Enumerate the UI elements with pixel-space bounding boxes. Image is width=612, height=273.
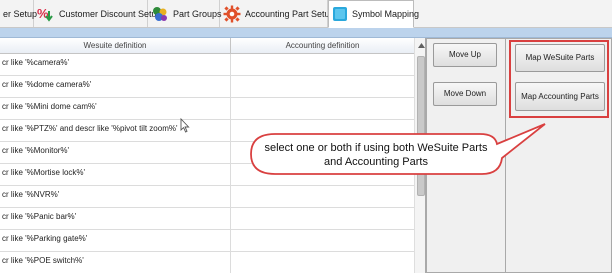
wesuite-definition-cell[interactable]: cr like '%NVR%' (0, 186, 231, 208)
scroll-up-arrow-icon[interactable] (416, 40, 425, 50)
tab-symbol-mapping[interactable]: Symbol Mapping (328, 0, 419, 28)
wesuite-definition-cell[interactable]: cr like '%Parking gate%' (0, 230, 231, 252)
accounting-definition-cell[interactable] (231, 186, 414, 208)
accounting-definition-cell[interactable] (231, 98, 414, 120)
table-row[interactable]: cr like '%Parking gate%' (0, 230, 414, 252)
tab-label: Customer Discount Setup (59, 8, 162, 19)
scrollbar-thumb[interactable] (417, 56, 425, 196)
table-row[interactable]: cr like '%POE switch%' (0, 252, 414, 273)
table-row[interactable]: cr like '%Mini dome cam%' (0, 98, 414, 120)
move-down-button[interactable]: Move Down (433, 82, 497, 106)
table-row[interactable]: cr like '%PTZ%' and descr like '%pivot t… (0, 120, 414, 142)
accounting-definition-cell[interactable] (231, 208, 414, 230)
wesuite-definition-cell[interactable]: cr like '%Panic bar%' (0, 208, 231, 230)
map-accounting-parts-button[interactable]: Map Accounting Parts (515, 82, 605, 111)
tab-strip: er Setup % Customer Discount Setup Part … (0, 0, 612, 28)
toolbar-band (0, 28, 612, 38)
gear-icon (223, 5, 241, 22)
part-groups-icon (153, 6, 167, 21)
tab-label: Symbol Mapping (352, 9, 420, 19)
tab-user-setup[interactable]: er Setup (0, 0, 38, 27)
accounting-definition-cell[interactable] (231, 230, 414, 252)
tab-label: Accounting Part Setup (245, 8, 335, 19)
tab-label: Part Groups (173, 8, 222, 19)
tab-customer-discount-setup[interactable]: % Customer Discount Setup (34, 0, 162, 27)
percent-discount-icon: % (37, 6, 53, 22)
wesuite-definition-cell[interactable]: cr like '%PTZ%' and descr like '%pivot t… (0, 120, 231, 142)
wesuite-definition-cell[interactable]: cr like '%Mini dome cam%' (0, 98, 231, 120)
move-up-button[interactable]: Move Up (433, 43, 497, 67)
tab-accounting-part-setup[interactable]: Accounting Part Setup (220, 0, 335, 27)
callout-text: select one or both if using both WeSuite… (264, 142, 488, 168)
accounting-definition-cell[interactable] (231, 120, 414, 142)
accounting-definition-cell[interactable] (231, 76, 414, 98)
wesuite-definition-cell[interactable]: cr like '%POE switch%' (0, 252, 231, 273)
table-row[interactable]: cr like '%Panic bar%' (0, 208, 414, 230)
table-row[interactable]: cr like '%NVR%' (0, 186, 414, 208)
wesuite-definition-cell[interactable]: cr like '%dome camera%' (0, 76, 231, 98)
symbol-mapping-icon (333, 7, 347, 21)
wesuite-definition-cell[interactable]: cr like '%Monitor%' (0, 142, 231, 164)
accounting-definition-cell[interactable] (231, 252, 414, 273)
wesuite-definition-cell[interactable]: cr like '%camera%' (0, 54, 231, 76)
wesuite-definition-cell[interactable]: cr like '%Mortise lock%' (0, 164, 231, 186)
tab-label: er Setup (3, 8, 38, 19)
mouse-cursor-icon (180, 118, 190, 133)
table-row[interactable]: cr like '%camera%' (0, 54, 414, 76)
table-row[interactable]: cr like '%dome camera%' (0, 76, 414, 98)
tab-part-groups[interactable]: Part Groups (148, 0, 222, 27)
grid-header: Wesuite definition Accounting definition (0, 38, 414, 54)
column-header-wesuite-definition[interactable]: Wesuite definition (0, 38, 231, 54)
map-wesuite-parts-button[interactable]: Map WeSuite Parts (515, 44, 605, 72)
column-header-accounting-definition[interactable]: Accounting definition (231, 38, 414, 54)
accounting-definition-cell[interactable] (231, 54, 414, 76)
